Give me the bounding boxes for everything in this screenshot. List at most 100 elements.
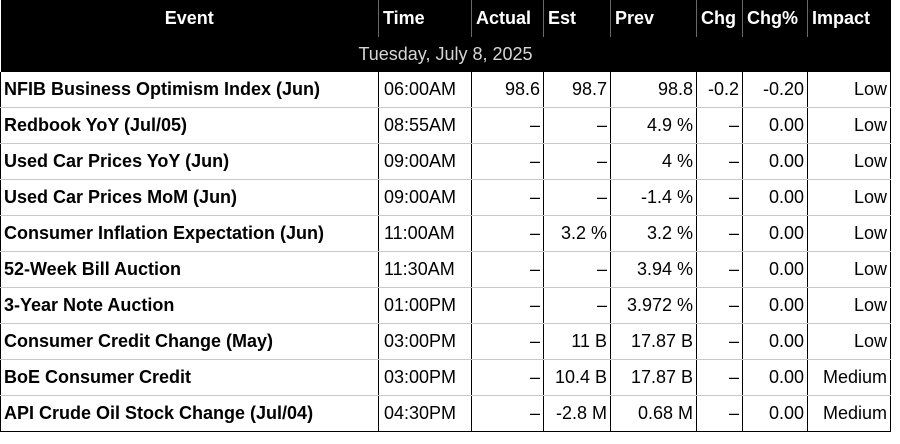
- previous-cell: 3.972 %: [610, 287, 697, 324]
- table-row[interactable]: NFIB Business Optimism Index (Jun) 06:00A…: [0, 72, 891, 108]
- change-percent-cell: 0.00: [742, 323, 808, 360]
- previous-cell: 0.68 M: [610, 395, 697, 432]
- column-header-time[interactable]: Time: [378, 0, 472, 37]
- change-cell: –: [696, 395, 743, 432]
- impact-cell: Low: [807, 215, 891, 252]
- event-name-cell[interactable]: BoE Consumer Credit: [0, 359, 379, 396]
- impact-cell: Low: [807, 287, 891, 324]
- event-name-cell[interactable]: NFIB Business Optimism Index (Jun): [0, 72, 379, 108]
- time-cell: 09:00AM: [378, 179, 472, 216]
- estimate-cell: 3.2 %: [543, 215, 611, 252]
- estimate-cell: –: [543, 107, 611, 144]
- impact-cell: Low: [807, 72, 891, 108]
- impact-cell: Low: [807, 143, 891, 180]
- actual-cell: –: [471, 395, 544, 432]
- table-row[interactable]: API Crude Oil Stock Change (Jul/04) 04:30…: [0, 395, 891, 432]
- column-header-prev[interactable]: Prev: [610, 0, 697, 37]
- previous-cell: 98.8: [610, 72, 697, 108]
- column-header-actual[interactable]: Actual: [471, 0, 544, 37]
- estimate-cell: -2.8 M: [543, 395, 611, 432]
- estimate-cell: –: [543, 287, 611, 324]
- table-row[interactable]: 52-Week Bill Auction 11:30AM – –3.94 % –0.00…: [0, 251, 891, 288]
- time-cell: 01:00PM: [378, 287, 472, 324]
- actual-cell: –: [471, 107, 544, 144]
- table-row[interactable]: Consumer Inflation Expectation (Jun) 11:0…: [0, 215, 891, 252]
- impact-cell: Low: [807, 323, 891, 360]
- previous-cell: 17.87 B: [610, 323, 697, 360]
- change-percent-cell: 0.00: [742, 359, 808, 396]
- table-row[interactable]: Redbook YoY (Jul/05) 08:55AM – –4.9 % –0.00 L…: [0, 107, 891, 144]
- previous-cell: -1.4 %: [610, 179, 697, 216]
- time-cell: 11:30AM: [378, 251, 472, 288]
- actual-cell: –: [471, 215, 544, 252]
- previous-cell: 4.9 %: [610, 107, 697, 144]
- change-percent-cell: 0.00: [742, 179, 808, 216]
- change-percent-cell: 0.00: [742, 395, 808, 432]
- previous-cell: 4 %: [610, 143, 697, 180]
- previous-cell: 3.2 %: [610, 215, 697, 252]
- time-cell: 11:00AM: [378, 215, 472, 252]
- actual-cell: –: [471, 359, 544, 396]
- event-name-cell[interactable]: Used Car Prices YoY (Jun): [0, 143, 379, 180]
- event-name-cell[interactable]: Used Car Prices MoM (Jun): [0, 179, 379, 216]
- event-name-cell[interactable]: 52-Week Bill Auction: [0, 251, 379, 288]
- estimate-cell: 98.7: [543, 72, 611, 108]
- impact-cell: Low: [807, 251, 891, 288]
- column-header-chg[interactable]: Chg: [696, 0, 743, 37]
- table-row[interactable]: Used Car Prices MoM (Jun) 09:00AM – – -1.4 %…: [0, 179, 891, 216]
- event-name-cell[interactable]: Redbook YoY (Jul/05): [0, 107, 379, 144]
- actual-cell: –: [471, 251, 544, 288]
- event-name-cell[interactable]: Consumer Inflation Expectation (Jun): [0, 215, 379, 252]
- change-percent-cell: 0.00: [742, 107, 808, 144]
- column-header-est[interactable]: Est: [543, 0, 611, 37]
- estimate-cell: –: [543, 179, 611, 216]
- event-name-cell[interactable]: 3-Year Note Auction: [0, 287, 379, 324]
- change-percent-cell: 0.00: [742, 287, 808, 324]
- actual-cell: –: [471, 179, 544, 216]
- event-name-cell[interactable]: Consumer Credit Change (May): [0, 323, 379, 360]
- estimate-cell: 11 B: [543, 323, 611, 360]
- event-name-cell[interactable]: API Crude Oil Stock Change (Jul/04): [0, 395, 379, 432]
- actual-cell: –: [471, 287, 544, 324]
- table-row[interactable]: Consumer Credit Change (May) 03:00PM –11 B…: [0, 323, 891, 360]
- change-cell: -0.2: [696, 72, 743, 108]
- time-cell: 09:00AM: [378, 143, 472, 180]
- change-percent-cell: -0.20: [742, 72, 808, 108]
- impact-cell: Medium: [807, 359, 891, 396]
- previous-cell: 17.87 B: [610, 359, 697, 396]
- previous-cell: 3.94 %: [610, 251, 697, 288]
- actual-cell: 98.6: [471, 72, 544, 108]
- time-cell: 04:30PM: [378, 395, 472, 432]
- impact-cell: Low: [807, 107, 891, 144]
- change-cell: –: [696, 287, 743, 324]
- impact-cell: Medium: [807, 395, 891, 432]
- time-cell: 03:00PM: [378, 323, 472, 360]
- table-row[interactable]: 3-Year Note Auction 01:00PM – –3.972 % –0.00…: [0, 287, 891, 324]
- change-cell: –: [696, 359, 743, 396]
- impact-cell: Low: [807, 179, 891, 216]
- change-cell: –: [696, 251, 743, 288]
- estimate-cell: –: [543, 143, 611, 180]
- change-cell: –: [696, 107, 743, 144]
- change-cell: –: [696, 215, 743, 252]
- change-cell: –: [696, 179, 743, 216]
- actual-cell: –: [471, 323, 544, 360]
- change-percent-cell: 0.00: [742, 251, 808, 288]
- economic-calendar-table: Event Time Actual Est Prev Chg Chg% Impa…: [0, 0, 891, 432]
- table-header-row: Event Time Actual Est Prev Chg Chg% Impa…: [0, 0, 891, 37]
- column-header-impact[interactable]: Impact: [807, 0, 891, 37]
- table-row[interactable]: BoE Consumer Credit 03:00PM –10.4 B 17.87 B…: [0, 359, 891, 396]
- change-cell: –: [696, 143, 743, 180]
- column-header-event[interactable]: Event: [0, 0, 379, 37]
- time-cell: 06:00AM: [378, 72, 472, 108]
- change-percent-cell: 0.00: [742, 143, 808, 180]
- change-percent-cell: 0.00: [742, 215, 808, 252]
- estimate-cell: 10.4 B: [543, 359, 611, 396]
- estimate-cell: –: [543, 251, 611, 288]
- date-group-row: Tuesday, July 8, 2025: [0, 37, 891, 72]
- time-cell: 08:55AM: [378, 107, 472, 144]
- column-header-chg-pct[interactable]: Chg%: [742, 0, 808, 37]
- actual-cell: –: [471, 143, 544, 180]
- table-row[interactable]: Used Car Prices YoY (Jun) 09:00AM – –4 % –0.…: [0, 143, 891, 180]
- date-group-label: Tuesday, July 8, 2025: [0, 37, 891, 72]
